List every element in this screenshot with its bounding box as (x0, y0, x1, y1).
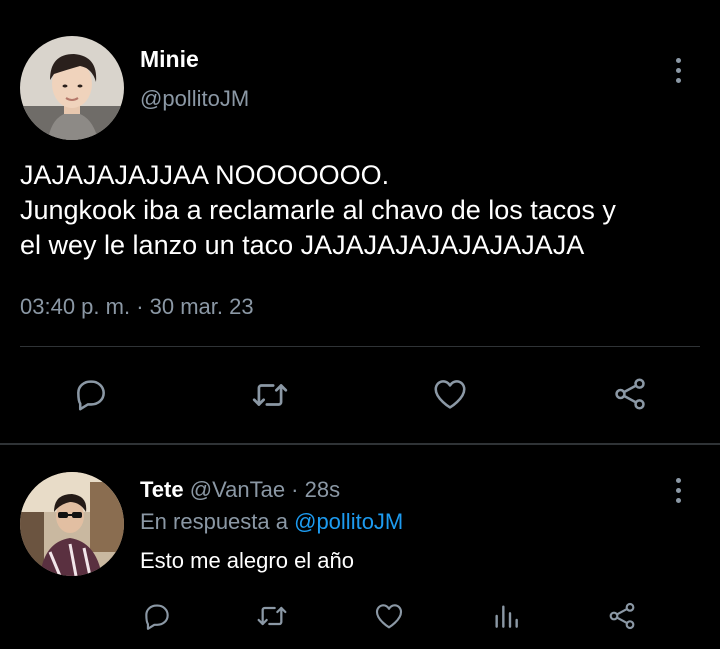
replying-to-prefix: En respuesta a (140, 509, 295, 534)
analytics-icon (495, 605, 518, 628)
tweet-text: JAJAJAJAJJAA NOOOOOOO. Jungkook iba a re… (20, 158, 710, 263)
replying-to: En respuesta a @pollitoJM (140, 509, 403, 535)
replying-to-handle[interactable]: @pollitoJM (294, 509, 403, 534)
reply-age: 28s (304, 477, 341, 502)
retweet-button[interactable] (250, 376, 290, 414)
share-button[interactable] (611, 375, 649, 413)
share-icon (609, 602, 635, 630)
thread-divider (0, 443, 720, 445)
reply-button[interactable] (141, 600, 173, 632)
like-button[interactable] (431, 375, 469, 413)
reply-button[interactable] (72, 375, 110, 413)
retweet-icon (252, 384, 288, 406)
more-options-icon[interactable] (666, 478, 690, 508)
analytics-button[interactable] (490, 600, 522, 632)
reply-text: Esto me alegro el año (140, 548, 355, 573)
avatar[interactable] (20, 36, 124, 140)
tweet-date: 30 mar. 23 (149, 294, 254, 319)
author-name[interactable]: Minie (140, 46, 199, 73)
retweet-icon (257, 606, 287, 626)
divider (20, 346, 700, 347)
reply-header: Tete @VanTae · 28s (140, 477, 340, 503)
retweet-button[interactable] (255, 600, 289, 632)
reply-author-handle[interactable]: @VanTae (190, 477, 285, 502)
like-icon (434, 380, 466, 409)
tweet-timestamp[interactable]: 03:40 p. m. · 30 mar. 23 (20, 294, 254, 320)
author-handle[interactable]: @pollitoJM (140, 86, 249, 112)
tweet-time: 03:40 p. m. (20, 294, 131, 319)
share-button[interactable] (606, 600, 638, 632)
tweet-text-line: JAJAJAJAJJAA NOOOOOOO. (20, 160, 390, 190)
meta-separator: · (130, 294, 150, 319)
like-icon (375, 604, 403, 629)
reply-icon (145, 604, 169, 630)
share-icon (615, 378, 645, 410)
reply-dot: · (285, 477, 305, 502)
reply-author-name[interactable]: Tete (140, 477, 184, 502)
more-options-icon[interactable] (666, 58, 690, 88)
reply-icon (77, 380, 105, 411)
tweet-text-line: Jungkook iba a reclamarle al chavo de lo… (20, 195, 616, 225)
avatar[interactable] (20, 472, 124, 576)
like-button[interactable] (373, 600, 405, 632)
tweet-text-line: el wey le lanzo un taco JAJAJAJAJAJAJAJA… (20, 230, 585, 260)
main-tweet: Minie @pollitoJM JAJAJAJAJJAA NOOOOOOO. … (0, 0, 720, 444)
